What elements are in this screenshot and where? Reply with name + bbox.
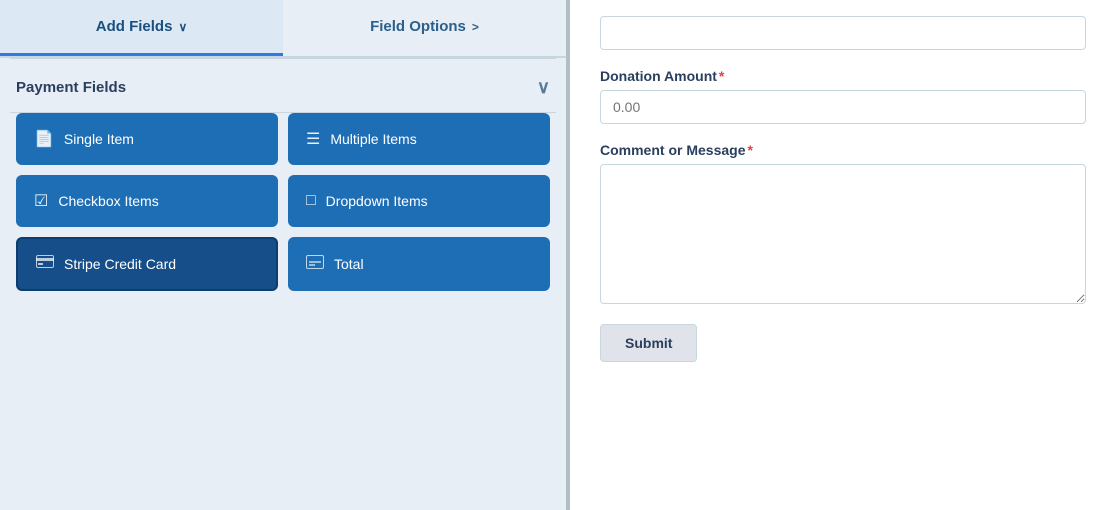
comment-textarea[interactable] [600, 164, 1086, 304]
donation-field: Donation Amount* [600, 68, 1086, 124]
add-fields-label: Add Fields [96, 18, 173, 35]
single-item-icon: 📄 [34, 129, 54, 149]
right-panel: Donation Amount* Comment or Message* Sub… [570, 0, 1116, 510]
submit-button[interactable]: Submit [600, 324, 697, 362]
dropdown-items-button[interactable]: □ Dropdown Items [288, 175, 550, 227]
comment-required-star: * [747, 142, 752, 158]
form-area: Donation Amount* Comment or Message* [570, 58, 1116, 324]
payment-fields-header[interactable]: Payment Fields ∨ [0, 59, 566, 112]
fields-grid: 📄 Single Item ☰ Multiple Items ☑ Checkbo… [0, 113, 566, 307]
donation-label: Donation Amount* [600, 68, 1086, 84]
comment-label: Comment or Message* [600, 142, 1086, 158]
single-item-label: Single Item [64, 131, 134, 147]
tab-bar: Add Fields ∨ Field Options > [0, 0, 566, 58]
stripe-credit-card-button[interactable]: Stripe Credit Card [16, 237, 278, 291]
stripe-credit-card-label: Stripe Credit Card [64, 256, 176, 272]
checkbox-items-button[interactable]: ☑ Checkbox Items [16, 175, 278, 227]
top-input-area [570, 0, 1116, 58]
payment-fields-chevron-icon: ∨ [537, 77, 550, 98]
multiple-items-label: Multiple Items [330, 131, 416, 147]
single-item-button[interactable]: 📄 Single Item [16, 113, 278, 165]
donation-input[interactable] [600, 90, 1086, 124]
donation-required-star: * [719, 68, 724, 84]
add-fields-chevron-icon: ∨ [178, 20, 187, 34]
checkbox-items-label: Checkbox Items [58, 193, 158, 209]
total-icon [306, 255, 324, 274]
payment-fields-label: Payment Fields [16, 79, 126, 96]
tab-field-options[interactable]: Field Options > [283, 0, 566, 56]
field-options-label: Field Options [370, 18, 466, 35]
top-text-input[interactable] [600, 16, 1086, 50]
comment-field: Comment or Message* [600, 142, 1086, 304]
left-panel: Add Fields ∨ Field Options > Payment Fie… [0, 0, 570, 510]
dropdown-items-label: Dropdown Items [326, 193, 428, 209]
stripe-credit-card-icon [36, 255, 54, 273]
total-button[interactable]: Total [288, 237, 550, 291]
total-label: Total [334, 256, 364, 272]
checkbox-items-icon: ☑ [34, 191, 48, 211]
multiple-items-icon: ☰ [306, 129, 320, 149]
multiple-items-button[interactable]: ☰ Multiple Items [288, 113, 550, 165]
field-options-chevron-icon: > [472, 20, 479, 34]
tab-add-fields[interactable]: Add Fields ∨ [0, 0, 283, 56]
dropdown-items-icon: □ [306, 192, 316, 210]
